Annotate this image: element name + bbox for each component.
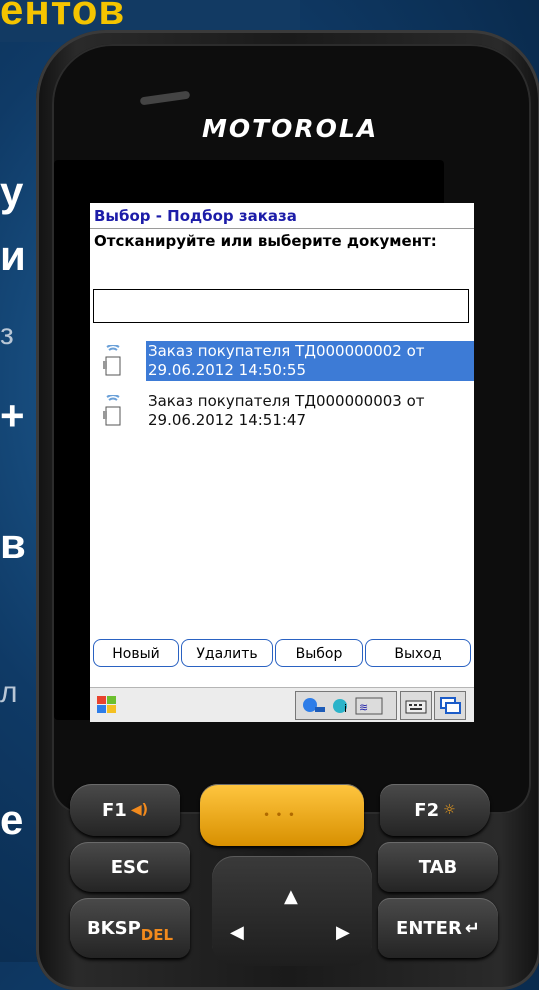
directional-pad[interactable]: ▲ ◀ ▶ — [212, 856, 372, 966]
enter-arrow-icon: ↵ — [464, 917, 480, 939]
slide-title-text: ентов — [0, 0, 126, 33]
network-icon: i ≋ — [303, 697, 383, 715]
f1-key[interactable]: F1 ◀) — [70, 784, 180, 836]
document-title: Заказ покупателя ТД000000003 от — [148, 392, 425, 410]
bullet-fragment: е — [0, 796, 24, 843]
document-label: Заказ покупателя ТД000000003 от 29.06.20… — [146, 391, 474, 431]
esc-key[interactable]: ESC — [70, 842, 190, 892]
bullet-fragment: з — [0, 318, 14, 351]
scan-prompt: Отсканируйте или выберите документ: — [94, 232, 437, 250]
esc-label: ESC — [110, 856, 150, 878]
f2-label: F2 — [414, 799, 440, 821]
svg-text:i: i — [344, 702, 347, 715]
document-date: 29.06.2012 14:51:47 — [148, 411, 307, 429]
speaker-icon: ◀) — [130, 802, 148, 818]
bullet-fragment: + — [0, 392, 25, 439]
scan-input[interactable] — [93, 289, 469, 323]
keyboard-icon[interactable] — [400, 691, 432, 720]
enter-key[interactable]: ENTER ↵ — [378, 898, 498, 958]
taskbar: i ≋ — [90, 687, 474, 722]
arrow-left-icon[interactable]: ◀ — [230, 922, 244, 943]
bullet-fragment: л — [0, 676, 18, 709]
scanner-document-icon — [103, 345, 121, 376]
windows-flag-icon[interactable] — [94, 692, 120, 718]
bksp-label: BKSP — [86, 917, 141, 939]
action-buttons: Новый Удалить Выбор Выход — [93, 639, 473, 669]
speaker-grille — [139, 90, 191, 106]
svg-text:≋: ≋ — [359, 701, 368, 714]
new-button[interactable]: Новый — [93, 639, 179, 667]
f2-key[interactable]: F2 ☼ — [380, 784, 490, 836]
scan-trigger-button[interactable]: ••• — [200, 784, 364, 846]
system-tray[interactable]: i ≋ — [295, 691, 397, 720]
delete-button[interactable]: Удалить — [181, 639, 273, 667]
window-title: Выбор - Подбор заказа — [94, 207, 297, 225]
tab-label: TAB — [418, 856, 458, 878]
backspace-key[interactable]: BKSP DEL — [70, 898, 190, 958]
title-divider — [90, 228, 474, 229]
bullet-fragment: и — [0, 232, 26, 279]
arrow-right-icon[interactable]: ▶ — [336, 922, 350, 943]
select-button[interactable]: Выбор — [275, 639, 363, 667]
arrow-up-icon[interactable]: ▲ — [284, 886, 298, 907]
bullet-fragment: у — [0, 168, 24, 215]
window-switch-icon[interactable] — [434, 691, 466, 720]
enter-label: ENTER — [396, 917, 462, 939]
tab-key[interactable]: TAB — [378, 842, 498, 892]
scanner-document-icon — [103, 395, 121, 426]
exit-button[interactable]: Выход — [365, 639, 471, 667]
sun-icon: ☼ — [443, 802, 456, 818]
list-item[interactable]: Заказ покупателя ТД000000002 от 29.06.20… — [90, 337, 474, 389]
del-label: DEL — [140, 926, 174, 944]
document-title: Заказ покупателя ТД000000002 от — [148, 342, 425, 360]
brand-logo: MOTOROLA — [202, 114, 379, 143]
f1-label: F1 — [102, 799, 127, 821]
document-label: Заказ покупателя ТД000000002 от 29.06.20… — [146, 341, 474, 381]
list-item[interactable]: Заказ покупателя ТД000000003 от 29.06.20… — [90, 387, 474, 439]
document-date: 29.06.2012 14:50:55 — [148, 361, 307, 379]
device-screen: Выбор - Подбор заказа Отсканируйте или в… — [90, 203, 474, 722]
bullet-fragment: в — [0, 520, 26, 567]
